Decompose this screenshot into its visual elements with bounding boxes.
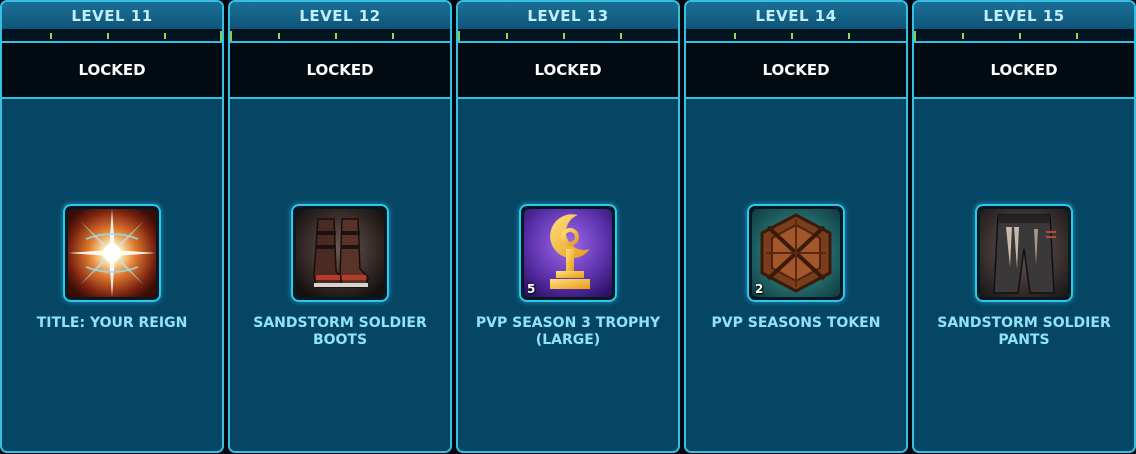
token-icon — [752, 209, 840, 297]
progress-tick — [392, 33, 394, 39]
reward-panel: 5 PVP SEASON 3 TROPHY (LARGE) — [458, 99, 678, 451]
lock-status-label: LOCKED — [990, 61, 1058, 79]
progress-edge-marker — [230, 31, 232, 41]
lock-status-label: LOCKED — [762, 61, 830, 79]
progress-tick — [50, 33, 52, 39]
level-column-14[interactable]: LEVEL 14 LOCKED 2 PVP SEASONS TOKEN — [684, 0, 908, 453]
level-label: LEVEL 14 — [755, 6, 837, 25]
level-header: LEVEL 11 — [2, 2, 222, 29]
level-header: LEVEL 13 — [458, 2, 678, 29]
progress-edge-marker — [458, 31, 460, 41]
progress-tick — [563, 33, 565, 39]
reward-name: SANDSTORM SOLDIER BOOTS — [253, 315, 427, 348]
trophy-icon — [524, 209, 612, 297]
level-column-11[interactable]: LEVEL 11 LOCKED TITLE: YOUR REIGN — [0, 0, 224, 453]
reward-name: SANDSTORM SOLDIER PANTS — [937, 315, 1111, 348]
reward-name: TITLE: YOUR REIGN — [36, 315, 188, 331]
level-label: LEVEL 11 — [71, 6, 153, 25]
lock-status-label: LOCKED — [306, 61, 374, 79]
level-label: LEVEL 13 — [527, 6, 609, 25]
reward-name: PVP SEASONS TOKEN — [711, 315, 881, 331]
progress-tick — [1076, 33, 1078, 39]
lock-status-bar: LOCKED — [230, 43, 450, 99]
lock-status-label: LOCKED — [78, 61, 146, 79]
season-reward-track: LEVEL 11 LOCKED TITLE: YOUR REIGN LEVEL … — [0, 0, 1136, 454]
reward-panel: 2 PVP SEASONS TOKEN — [686, 99, 906, 451]
level-progress-ticks — [230, 29, 450, 43]
level-header: LEVEL 12 — [230, 2, 450, 29]
level-header: LEVEL 14 — [686, 2, 906, 29]
reward-panel: SANDSTORM SOLDIER PANTS — [914, 99, 1134, 451]
reward-icon-slot[interactable] — [291, 204, 389, 302]
boots-icon — [296, 209, 384, 297]
reward-icon-slot[interactable] — [63, 204, 161, 302]
progress-tick — [164, 33, 166, 39]
progress-tick — [791, 33, 793, 39]
progress-edge-marker — [220, 31, 222, 41]
lock-status-label: LOCKED — [534, 61, 602, 79]
progress-tick — [107, 33, 109, 39]
pants-icon — [980, 209, 1068, 297]
progress-tick — [734, 33, 736, 39]
reward-panel: TITLE: YOUR REIGN — [2, 99, 222, 451]
lock-status-bar: LOCKED — [2, 43, 222, 99]
reward-quantity: 2 — [755, 282, 764, 296]
reward-icon-slot[interactable]: 2 — [747, 204, 845, 302]
radiant-light-icon — [68, 209, 156, 297]
progress-edge-marker — [914, 31, 916, 41]
reward-name: PVP SEASON 3 TROPHY (LARGE) — [475, 315, 661, 348]
level-column-13[interactable]: LEVEL 13 LOCKED 5 PVP SEASON 3 TROPHY (L… — [456, 0, 680, 453]
level-label: LEVEL 12 — [299, 6, 381, 25]
lock-status-bar: LOCKED — [458, 43, 678, 99]
level-column-15[interactable]: LEVEL 15 LOCKED SANDSTORM SOLDIER PANTS — [912, 0, 1136, 453]
progress-tick — [848, 33, 850, 39]
reward-panel: SANDSTORM SOLDIER BOOTS — [230, 99, 450, 451]
progress-tick — [962, 33, 964, 39]
reward-icon-slot[interactable] — [975, 204, 1073, 302]
progress-tick — [506, 33, 508, 39]
progress-tick — [335, 33, 337, 39]
level-label: LEVEL 15 — [983, 6, 1065, 25]
level-progress-ticks — [2, 29, 222, 43]
reward-icon-slot[interactable]: 5 — [519, 204, 617, 302]
level-progress-ticks — [686, 29, 906, 43]
level-column-12[interactable]: LEVEL 12 LOCKED SANDSTORM SOLDIER BOOTS — [228, 0, 452, 453]
reward-quantity: 5 — [527, 282, 536, 296]
lock-status-bar: LOCKED — [686, 43, 906, 99]
progress-tick — [620, 33, 622, 39]
lock-status-bar: LOCKED — [914, 43, 1134, 99]
progress-tick — [278, 33, 280, 39]
level-progress-ticks — [914, 29, 1134, 43]
progress-tick — [1019, 33, 1021, 39]
level-header: LEVEL 15 — [914, 2, 1134, 29]
level-progress-ticks — [458, 29, 678, 43]
